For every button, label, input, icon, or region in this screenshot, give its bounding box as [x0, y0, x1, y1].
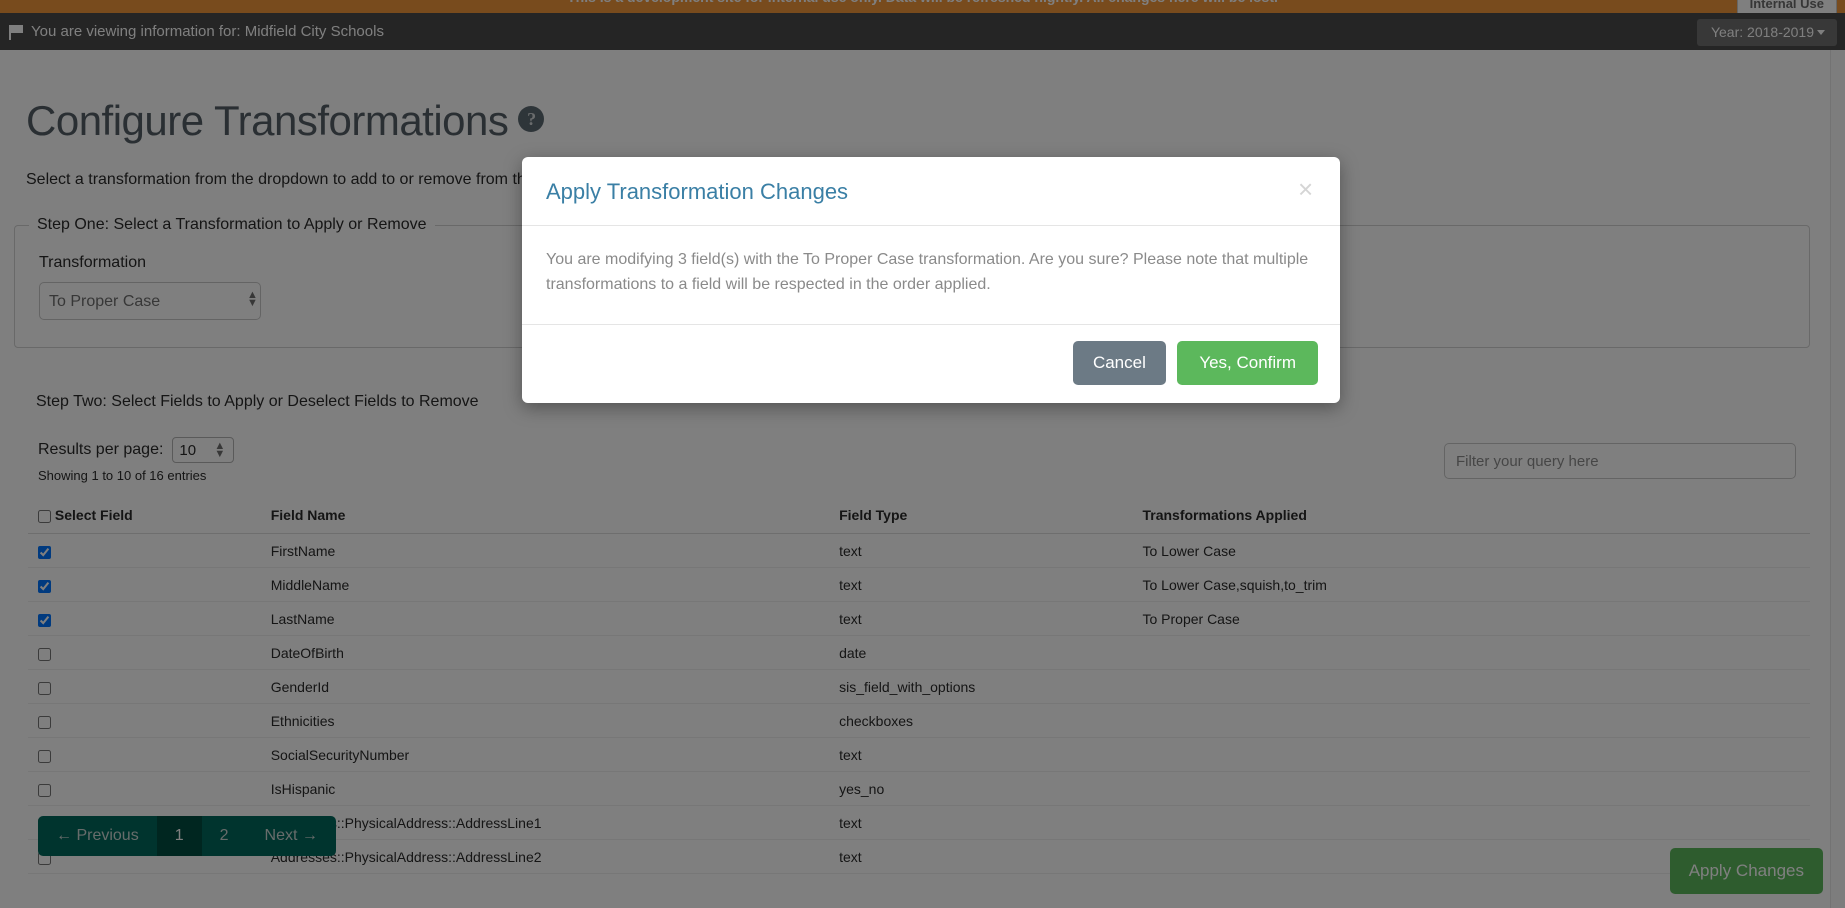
apply-transformation-modal: Apply Transformation Changes × You are m… — [522, 157, 1340, 403]
cancel-button[interactable]: Cancel — [1072, 340, 1166, 385]
modal-footer: Cancel Yes, Confirm — [522, 325, 1340, 403]
page-root: This is a development site for internal … — [0, 0, 1845, 908]
modal-backdrop[interactable] — [0, 0, 1845, 908]
close-icon[interactable]: × — [1292, 176, 1318, 202]
modal-title: Apply Transformation Changes — [546, 179, 849, 204]
modal-header: Apply Transformation Changes × — [522, 157, 1340, 226]
modal-body-text: You are modifying 3 field(s) with the To… — [546, 251, 1309, 293]
modal-body: You are modifying 3 field(s) with the To… — [522, 226, 1340, 325]
confirm-button[interactable]: Yes, Confirm — [1177, 340, 1318, 385]
